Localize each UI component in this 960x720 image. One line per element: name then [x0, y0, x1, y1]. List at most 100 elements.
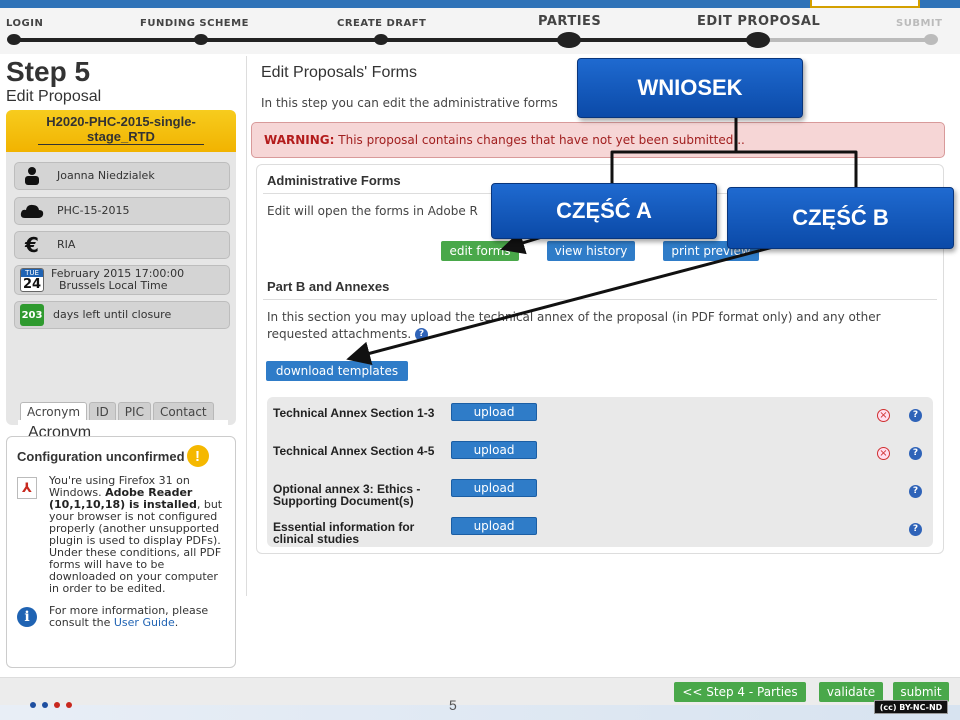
- help-icon[interactable]: ?: [415, 328, 429, 341]
- euro-icon: €: [25, 233, 39, 257]
- tab-id[interactable]: ID: [89, 402, 116, 421]
- step-dot: [924, 34, 938, 45]
- deadline-row: TUE 24 February 2015 17:00:00 Brussels L…: [14, 265, 230, 295]
- dot: [66, 702, 72, 708]
- identifier-tabs: Acronym ID PIC Contact: [20, 402, 214, 421]
- topic-row: PHC-15-2015: [14, 197, 230, 225]
- topic-code: PHC-15-2015: [57, 204, 130, 217]
- calendar-day: 24: [22, 277, 42, 292]
- wizard-footer: << Step 4 - Parties validate submit: [0, 677, 960, 705]
- proposal-summary-panel: H2020-PHC-2015-single-stage_RTD Joanna N…: [6, 110, 236, 472]
- step-label: FUNDING SCHEME: [140, 18, 249, 29]
- warning-text: This proposal contains changes that have…: [334, 133, 745, 147]
- help-icon[interactable]: ?: [909, 447, 922, 460]
- step-dot: [374, 34, 388, 45]
- table-row: Essential information for clinical studi…: [273, 515, 927, 551]
- annex-name: Technical Annex Section 4-5: [273, 444, 435, 458]
- submit-button[interactable]: submit: [893, 682, 949, 702]
- upload-button[interactable]: upload: [451, 441, 537, 459]
- more-info: i For more information, please consult t…: [17, 605, 225, 629]
- table-row: Technical Annex Section 4-5 upload × ?: [273, 439, 927, 475]
- warning-icon: !: [186, 445, 209, 467]
- cloud-icon: [17, 198, 47, 224]
- table-row: Technical Annex Section 1-3 upload × ?: [273, 401, 927, 437]
- view-history-button[interactable]: view history: [547, 241, 635, 261]
- configuration-title: Configuration unconfirmed !: [17, 445, 225, 467]
- step-dot: [194, 34, 208, 45]
- wizard-progress: LOGIN FUNDING SCHEME CREATE DRAFT PARTIE…: [0, 8, 960, 54]
- step-label: SUBMIT: [896, 18, 943, 29]
- edit-forms-button[interactable]: edit forms: [441, 241, 519, 261]
- calendar-month: TUE: [21, 269, 43, 277]
- days-left-label: days left until closure: [53, 308, 172, 321]
- deadline-timezone: Brussels Local Time: [59, 279, 168, 292]
- calendar-icon: TUE 24: [17, 267, 47, 293]
- license-badge: (cc) BY-NC-ND: [874, 700, 948, 714]
- callout-part-b: CZĘŚĆ B: [727, 187, 954, 249]
- pdf-icon: ⅄: [17, 477, 37, 499]
- call-identifier: H2020-PHC-2015-single-stage_RTD: [6, 110, 236, 152]
- slide-dots: [30, 702, 72, 708]
- dot: [54, 702, 60, 708]
- part-b-text: In this section you may upload the techn…: [267, 309, 937, 343]
- help-icon[interactable]: ?: [909, 409, 922, 422]
- delete-icon[interactable]: ×: [877, 409, 890, 422]
- page-title: Edit Proposals' Forms: [261, 64, 417, 81]
- coordinator-name: Joanna Niedzialek: [57, 169, 155, 182]
- step-dot: [557, 32, 581, 48]
- step-label: CREATE DRAFT: [337, 18, 427, 29]
- step-label: LOGIN: [6, 18, 44, 29]
- tab-pic[interactable]: PIC: [117, 402, 151, 421]
- dot: [30, 702, 36, 708]
- tab-contact[interactable]: Contact: [152, 402, 214, 421]
- validate-button[interactable]: validate: [819, 682, 883, 702]
- progress-line-remaining: [758, 38, 934, 42]
- step-label: EDIT PROPOSAL: [697, 14, 821, 29]
- tab-acronym[interactable]: Acronym: [20, 402, 88, 421]
- section-rule: [263, 299, 937, 300]
- slide-page-number: 5: [449, 697, 457, 713]
- slide-bottom-bar: [0, 705, 960, 720]
- days-left-row: 203 days left until closure: [14, 301, 230, 329]
- step-dot: [746, 32, 770, 48]
- upload-button[interactable]: upload: [451, 403, 537, 421]
- calendar-badge: TUE 24: [20, 268, 44, 292]
- page-description: In this step you can edit the administra…: [261, 96, 558, 110]
- slide-top-box: [810, 0, 920, 8]
- previous-step-button[interactable]: << Step 4 - Parties: [674, 682, 806, 702]
- help-icon[interactable]: ?: [909, 523, 922, 536]
- coordinator-row: Joanna Niedzialek: [14, 162, 230, 190]
- action-type: RIA: [57, 238, 76, 251]
- step-dot: [7, 34, 21, 45]
- annex-name: Technical Annex Section 1-3: [273, 406, 435, 420]
- warning-banner: WARNING: This proposal contains changes …: [251, 122, 945, 158]
- person-icon: [17, 163, 47, 189]
- left-column: Step 5 Edit Proposal H2020-PHC-2015-sing…: [6, 56, 236, 472]
- config-text-2: , but your browser is not configured pro…: [49, 498, 223, 595]
- help-icon[interactable]: ?: [909, 485, 922, 498]
- user-guide-link[interactable]: User Guide: [114, 616, 175, 629]
- main-content: Edit Proposals' Forms In this step you c…: [248, 56, 948, 676]
- callout-wniosek: WNIOSEK: [577, 58, 803, 118]
- part-b-title: Part B and Annexes: [267, 279, 390, 294]
- download-templates-button[interactable]: download templates: [266, 361, 408, 381]
- callout-part-a: CZĘŚĆ A: [491, 183, 717, 239]
- upload-button[interactable]: upload: [451, 517, 537, 535]
- upload-button[interactable]: upload: [451, 479, 537, 497]
- type-row: € RIA: [14, 231, 230, 259]
- annex-name: Essential information for clinical studi…: [273, 520, 415, 546]
- step-subtitle: Edit Proposal: [6, 88, 102, 105]
- info-icon: i: [17, 607, 37, 627]
- configuration-panel: Configuration unconfirmed ! ⅄ You're usi…: [6, 436, 236, 668]
- delete-icon[interactable]: ×: [877, 447, 890, 460]
- more-info-suffix: .: [174, 616, 179, 629]
- annex-name: Optional annex 3: Ethics - Supporting Do…: [273, 482, 421, 508]
- configuration-message: You're using Firefox 31 on Windows. Adob…: [49, 475, 225, 595]
- column-divider: [246, 56, 247, 596]
- configuration-body: ⅄ You're using Firefox 31 on Windows. Ad…: [17, 475, 225, 595]
- deadline-text: February 2015 17:00:00 Brussels Local Ti…: [51, 268, 184, 292]
- configuration-title-text: Configuration unconfirmed: [17, 448, 185, 464]
- administrative-forms-text: Edit will open the forms in Adobe R: [267, 204, 478, 218]
- more-info-text: For more information, please consult the…: [49, 605, 225, 629]
- part-b-description: In this section you may upload the techn…: [267, 310, 881, 341]
